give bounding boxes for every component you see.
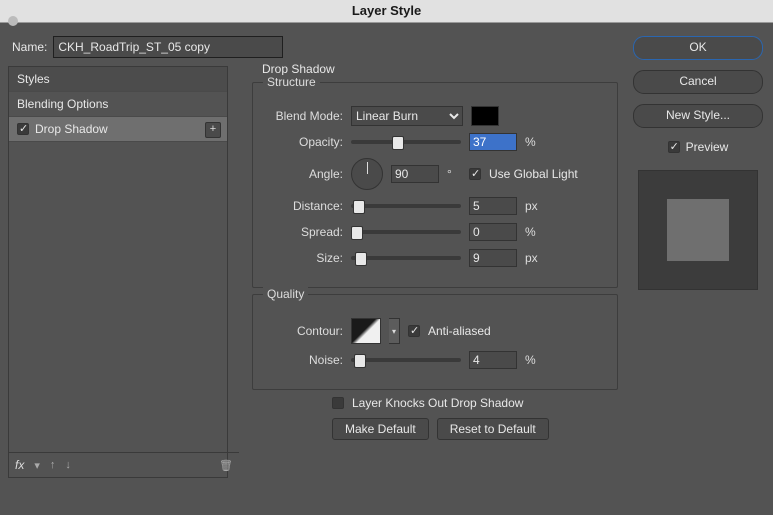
angle-unit: ° [447, 167, 461, 181]
contour-dropdown-icon[interactable]: ▾ [389, 318, 400, 344]
anti-aliased-label: Anti-aliased [428, 324, 491, 338]
window-close-icon[interactable] [8, 16, 18, 26]
angle-input[interactable] [391, 165, 439, 183]
preview-checkbox[interactable] [668, 141, 680, 153]
quality-label: Quality [263, 287, 308, 301]
opacity-input[interactable] [469, 133, 517, 151]
name-label: Name: [12, 40, 47, 54]
spread-slider[interactable] [351, 230, 461, 234]
distance-label: Distance: [265, 199, 343, 213]
styles-header[interactable]: Styles [9, 67, 227, 92]
trash-icon[interactable]: 🗑 [219, 459, 233, 472]
preview-swatch [667, 199, 729, 261]
quality-group: Quality Contour: ▾ Anti-aliased Noise: % [252, 294, 618, 390]
noise-slider[interactable] [351, 358, 461, 362]
titlebar: Layer Style [0, 0, 773, 23]
distance-unit: px [525, 199, 539, 213]
knockout-label: Layer Knocks Out Drop Shadow [352, 396, 523, 410]
distance-input[interactable] [469, 197, 517, 215]
opacity-label: Opacity: [265, 135, 343, 149]
contour-label: Contour: [265, 324, 343, 338]
add-effect-button[interactable]: + [205, 122, 221, 138]
effect-panel: Drop Shadow Structure Blend Mode: Linear… [252, 56, 618, 440]
noise-unit: % [525, 353, 539, 367]
preview-label: Preview [686, 140, 729, 154]
reset-default-button[interactable]: Reset to Default [437, 418, 549, 440]
size-unit: px [525, 251, 539, 265]
drop-shadow-row[interactable]: Drop Shadow + [9, 117, 227, 142]
styles-list-panel: Styles Blending Options Drop Shadow + fx… [8, 66, 228, 478]
spread-unit: % [525, 225, 539, 239]
move-up-icon[interactable]: ↑ [50, 459, 56, 471]
right-buttons: OK Cancel New Style... Preview [634, 36, 762, 290]
noise-input[interactable] [469, 351, 517, 369]
distance-slider[interactable] [351, 204, 461, 208]
use-global-light-label: Use Global Light [489, 167, 578, 181]
blending-options-row[interactable]: Blending Options [9, 92, 227, 117]
use-global-light-checkbox[interactable] [469, 168, 481, 180]
size-input[interactable] [469, 249, 517, 267]
angle-dial[interactable] [351, 158, 383, 190]
ok-button[interactable]: OK [633, 36, 763, 60]
anti-aliased-checkbox[interactable] [408, 325, 420, 337]
spread-label: Spread: [265, 225, 343, 239]
fx-icon[interactable]: fx [15, 458, 24, 472]
layer-style-dialog: Layer Style Name: Styles Blending Option… [0, 0, 773, 515]
knockout-checkbox[interactable] [332, 397, 344, 409]
opacity-unit: % [525, 135, 539, 149]
noise-label: Noise: [265, 353, 343, 367]
size-label: Size: [265, 251, 343, 265]
blend-mode-select[interactable]: Linear Burn [351, 106, 463, 126]
move-down-icon[interactable]: ↓ [65, 459, 71, 471]
shadow-color-swatch[interactable] [471, 106, 499, 126]
opacity-slider[interactable] [351, 140, 461, 144]
angle-label: Angle: [265, 167, 343, 181]
drop-shadow-checkbox[interactable] [17, 123, 29, 135]
contour-swatch[interactable] [351, 318, 381, 344]
cancel-button[interactable]: Cancel [633, 70, 763, 94]
fx-chevron-down-icon[interactable]: ▾ [34, 459, 40, 472]
name-row: Name: [12, 36, 283, 58]
preview-box [638, 170, 758, 290]
styles-panel-footer: fx ▾ ↑ ↓ 🗑 [9, 452, 239, 477]
make-default-button[interactable]: Make Default [332, 418, 429, 440]
new-style-button[interactable]: New Style... [633, 104, 763, 128]
structure-group: Structure Blend Mode: Linear Burn Opacit… [252, 82, 618, 288]
size-slider[interactable] [351, 256, 461, 260]
blend-mode-label: Blend Mode: [265, 109, 343, 123]
name-input[interactable] [53, 36, 283, 58]
spread-input[interactable] [469, 223, 517, 241]
drop-shadow-label: Drop Shadow [35, 117, 108, 141]
structure-label: Structure [263, 75, 320, 89]
